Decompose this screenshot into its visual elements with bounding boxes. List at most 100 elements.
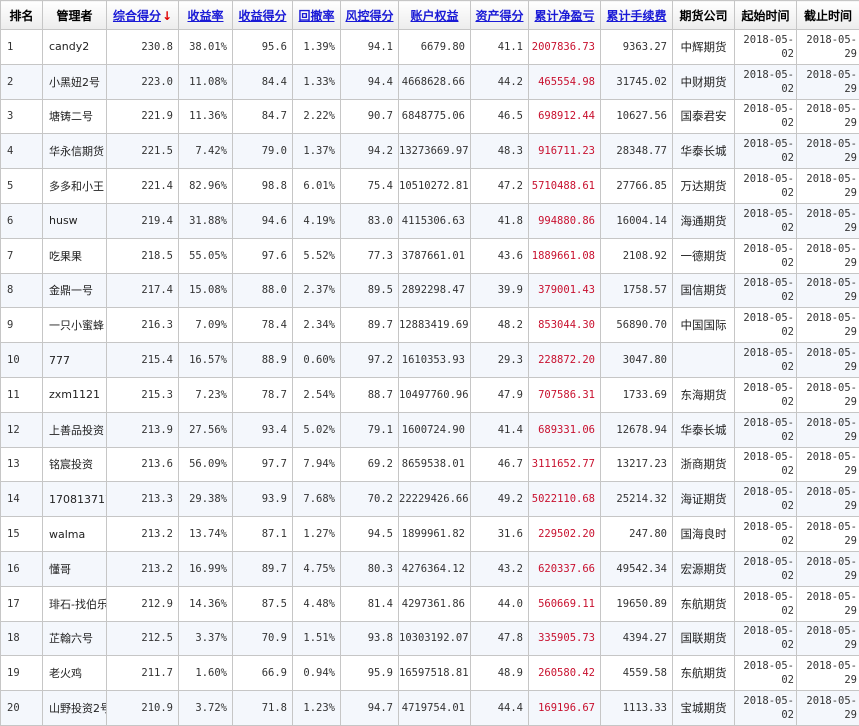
cell-drawdown: 6.01%	[293, 169, 341, 204]
cell-start-time-date: 2018-05-	[735, 137, 794, 151]
cell-start-time: 2018-05-02	[735, 203, 797, 238]
table-row: 5多多和小王221.482.96%98.86.01%75.410510272.8…	[1, 169, 859, 204]
cell-start-time-day: 02	[735, 186, 794, 200]
cell-return-score: 95.6	[233, 30, 293, 65]
header-composite-score-label[interactable]: 综合得分	[113, 9, 161, 23]
cell-start-time-date: 2018-05-	[735, 555, 794, 569]
cell-manager[interactable]: 铭宸投资	[43, 447, 107, 482]
cell-manager[interactable]: walma	[43, 517, 107, 552]
cell-net-profit: 228872.20	[529, 343, 601, 378]
cell-end-time-day: 29	[797, 221, 857, 235]
cell-net-profit: 853044.30	[529, 308, 601, 343]
table-row: 13铭宸投资213.656.09%97.77.94%69.28659538.01…	[1, 447, 859, 482]
cell-start-time-day: 02	[735, 151, 794, 165]
cell-end-time-date: 2018-05-	[797, 520, 857, 534]
cell-asset-score: 46.7	[471, 447, 529, 482]
cell-equity: 13273669.97	[399, 134, 471, 169]
cell-drawdown: 7.94%	[293, 447, 341, 482]
cell-drawdown: 1.23%	[293, 691, 341, 726]
cell-asset-score: 47.2	[471, 169, 529, 204]
cell-return-score: 97.7	[233, 447, 293, 482]
cell-fees: 4559.58	[601, 656, 673, 691]
cell-start-time-day: 02	[735, 464, 794, 478]
cell-end-time-date: 2018-05-	[797, 346, 857, 360]
cell-net-profit: 689331.06	[529, 412, 601, 447]
cell-return-score: 78.4	[233, 308, 293, 343]
header-return-rate[interactable]: 收益率	[179, 1, 233, 30]
cell-return-score: 87.1	[233, 517, 293, 552]
cell-company: 华泰长城	[673, 412, 735, 447]
cell-manager[interactable]: 吃果果	[43, 238, 107, 273]
cell-start-time-date: 2018-05-	[735, 172, 794, 186]
cell-end-time-date: 2018-05-	[797, 311, 857, 325]
cell-start-time-date: 2018-05-	[735, 485, 794, 499]
cell-start-time-date: 2018-05-	[735, 207, 794, 221]
cell-company: 东航期货	[673, 586, 735, 621]
cell-net-profit: 1889661.08	[529, 238, 601, 273]
cell-end-time: 2018-05-29	[797, 30, 859, 65]
cell-manager[interactable]: zxm1121	[43, 377, 107, 412]
cell-company: 国泰君安	[673, 99, 735, 134]
header-asset-score[interactable]: 资产得分	[471, 1, 529, 30]
cell-start-time: 2018-05-02	[735, 482, 797, 517]
cell-manager[interactable]: husw	[43, 203, 107, 238]
header-net-profit[interactable]: 累计净盈亏	[529, 1, 601, 30]
cell-asset-score: 46.5	[471, 99, 529, 134]
cell-asset-score: 43.6	[471, 238, 529, 273]
cell-manager[interactable]: 华永信期货	[43, 134, 107, 169]
cell-return-rate: 11.08%	[179, 64, 233, 99]
cell-risk-score: 80.3	[341, 551, 399, 586]
cell-manager[interactable]: 琲石-找伯乐	[43, 586, 107, 621]
cell-company: 中辉期货	[673, 30, 735, 65]
cell-manager[interactable]: 小黑妞2号	[43, 64, 107, 99]
header-end-time: 截止时间	[797, 1, 859, 30]
cell-manager[interactable]: candy2	[43, 30, 107, 65]
cell-manager[interactable]: 山野投资2号	[43, 691, 107, 726]
cell-manager[interactable]: 上善品投资	[43, 412, 107, 447]
cell-manager[interactable]: 老火鸡	[43, 656, 107, 691]
cell-equity: 10510272.81	[399, 169, 471, 204]
cell-start-time-date: 2018-05-	[735, 590, 794, 604]
table-row: 12上善品投资213.927.56%93.45.02%79.11600724.9…	[1, 412, 859, 447]
cell-manager[interactable]: 塘铸二号	[43, 99, 107, 134]
header-composite-score[interactable]: 综合得分↓	[107, 1, 179, 30]
cell-composite-score: 215.3	[107, 377, 179, 412]
header-return-score[interactable]: 收益得分	[233, 1, 293, 30]
cell-risk-score: 93.8	[341, 621, 399, 656]
cell-company	[673, 343, 735, 378]
cell-rank: 15	[1, 517, 43, 552]
cell-start-time-day: 02	[735, 534, 794, 548]
cell-manager[interactable]: 多多和小王	[43, 169, 107, 204]
cell-manager[interactable]: 金鼎一号	[43, 273, 107, 308]
cell-manager[interactable]: 777	[43, 343, 107, 378]
cell-equity: 8659538.01	[399, 447, 471, 482]
cell-return-rate: 3.72%	[179, 691, 233, 726]
cell-rank: 17	[1, 586, 43, 621]
cell-return-rate: 7.23%	[179, 377, 233, 412]
cell-manager[interactable]: 一只小蜜蜂	[43, 308, 107, 343]
header-fees[interactable]: 累计手续费	[601, 1, 673, 30]
cell-net-profit: 229502.20	[529, 517, 601, 552]
cell-end-time-date: 2018-05-	[797, 381, 857, 395]
header-drawdown[interactable]: 回撤率	[293, 1, 341, 30]
cell-risk-score: 95.9	[341, 656, 399, 691]
cell-manager[interactable]: 懂哥	[43, 551, 107, 586]
cell-equity: 6848775.06	[399, 99, 471, 134]
cell-fees: 1733.69	[601, 377, 673, 412]
cell-end-time-date: 2018-05-	[797, 137, 857, 151]
table-row: 16懂哥213.216.99%89.74.75%80.34276364.1243…	[1, 551, 859, 586]
cell-company: 宏源期货	[673, 551, 735, 586]
cell-risk-score: 94.4	[341, 64, 399, 99]
cell-start-time: 2018-05-02	[735, 656, 797, 691]
cell-rank: 19	[1, 656, 43, 691]
cell-return-score: 88.0	[233, 273, 293, 308]
cell-equity: 10497760.96	[399, 377, 471, 412]
header-risk-score[interactable]: 风控得分	[341, 1, 399, 30]
header-equity[interactable]: 账户权益	[399, 1, 471, 30]
cell-manager[interactable]: 17081371717	[43, 482, 107, 517]
cell-return-score: 93.4	[233, 412, 293, 447]
cell-start-time-date: 2018-05-	[735, 381, 794, 395]
cell-manager[interactable]: 芷翰六号	[43, 621, 107, 656]
cell-risk-score: 90.7	[341, 99, 399, 134]
cell-company: 中国国际	[673, 308, 735, 343]
